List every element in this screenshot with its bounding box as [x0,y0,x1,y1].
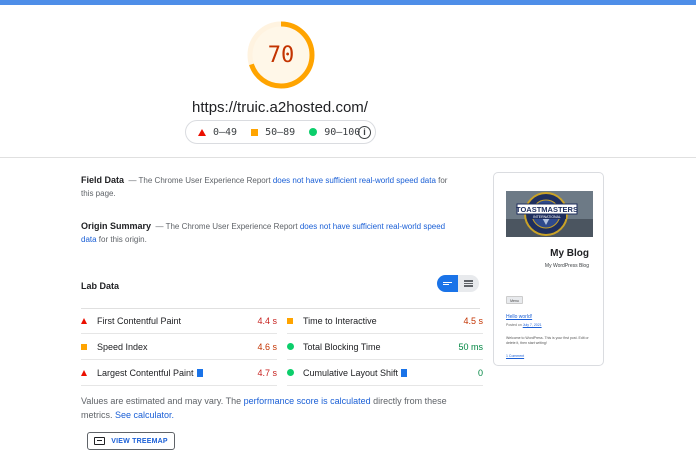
expanded-view-toggle-icon[interactable] [458,275,479,292]
score-legend: 0–49 50–89 90–100 i [185,120,376,144]
metric-label-wrap: Largest Contentful Paint [95,368,257,378]
see-calculator-link[interactable]: See calculator. [115,410,174,420]
metric-label: Total Blocking Time [303,341,381,352]
metric-label-wrap: Speed Index [95,342,257,352]
origin-summary-link-1[interactable]: does not have sufficient real-world spee… [300,222,445,231]
green-circle-icon [287,369,294,376]
metric-row: Speed Index 4.6 s [81,334,277,360]
svg-text:TOASTMASTERS: TOASTMASTERS [516,205,578,214]
green-circle-icon [309,128,318,136]
field-data-prefix: — The Chrome User Experience Report [128,176,273,185]
thumbnail-post-title: Hello world! [506,314,533,320]
red-triangle-icon [81,317,87,324]
metric-status-icon [81,369,95,376]
tested-url: https://truic.a2hosted.com/ [192,99,368,116]
view-treemap-label: VIEW TREEMAP [111,437,168,445]
lab-data-title: Lab Data [81,281,120,291]
orange-square-icon [287,317,293,324]
legend-fail: 0–49 [198,127,237,138]
metric-value: 4.6 s [257,341,277,352]
legend-average-label: 50–89 [265,126,296,138]
blog-title: My Blog [550,248,589,259]
origin-summary-link-2[interactable]: data [81,235,97,244]
lcp-element-flag-icon[interactable] [401,368,408,377]
legend-fail-label: 0–49 [213,126,238,138]
metric-row: Total Blocking Time 50 ms [287,334,483,360]
metric-row: Cumulative Layout Shift 0 [287,360,483,386]
field-data-section: Field Data — The Chrome User Experience … [81,174,451,200]
field-data-title: Field Data [81,175,125,185]
origin-summary-suffix: for this origin. [96,235,147,244]
origin-summary-section: Origin Summary — The Chrome User Experie… [81,220,461,246]
toastmasters-logo: TOASTMASTERS INTERNATIONAL [506,191,593,237]
metric-label-wrap: Time to Interactive [301,316,463,326]
info-icon[interactable]: i [358,126,371,139]
metric-value: 50 ms [458,341,483,352]
metric-label: First Contentful Paint [97,315,182,326]
legend-pass-label: 90–100 [324,126,361,138]
post-meta-prefix: Posted on [506,323,523,327]
metric-status-icon [81,343,95,350]
metric-label-wrap: Cumulative Layout Shift [301,368,478,378]
performance-score-link[interactable]: performance score is calculated [244,396,371,406]
blog-subtitle: My WordPress Blog [544,263,589,269]
svg-text:INTERNATIONAL: INTERNATIONAL [533,215,561,219]
metric-row: Time to Interactive 4.5 s [287,308,483,334]
metric-value: 4.7 s [257,367,277,378]
thumbnail-post-body: Welcome to WordPress. This is your first… [506,336,589,345]
green-circle-icon [287,343,294,350]
metric-status-icon [81,317,95,324]
field-data-line2: this page. [81,189,116,198]
metric-label: Cumulative Layout Shift [303,367,399,378]
metric-row: First Contentful Paint 4.4 s [81,308,277,334]
orange-square-icon [81,343,87,350]
metric-label-wrap: First Contentful Paint [95,316,257,326]
section-divider [0,157,696,158]
post-meta-date: July 7, 2021 [522,323,542,327]
thumbnail-menu-button: Menu [506,296,523,304]
final-screenshot-thumbnail[interactable]: TOASTMASTERS INTERNATIONAL My Blog My Wo… [493,172,604,366]
thumbnail-post-meta: Posted on July 7, 2021 [506,323,542,327]
field-data-suffix: for [435,176,448,185]
origin-summary-prefix: — The Chrome User Experience Report [155,222,300,231]
lcp-element-flag-icon[interactable] [196,368,203,377]
field-data-link[interactable]: does not have sufficient real-world spee… [273,176,436,185]
metric-status-icon [287,317,301,324]
red-triangle-icon [81,369,87,376]
performance-score-value: 70 [267,43,295,68]
metric-label: Time to Interactive [303,315,377,326]
metric-label: Speed Index [97,341,148,352]
origin-summary-title: Origin Summary [81,221,152,231]
legend-pass: 90–100 [309,127,360,138]
lab-data-footnote: Values are estimated and may vary. The p… [81,395,461,422]
thumbnail-comment-link: 1 Comment [506,354,525,358]
metric-status-icon [287,369,301,376]
metric-label-wrap: Total Blocking Time [301,342,458,352]
red-triangle-icon [198,128,206,136]
treemap-icon [94,437,106,445]
legend-average: 50–89 [251,127,295,138]
metric-status-icon [287,343,301,350]
top-accent-bar [0,0,696,5]
footnote-text-1: Values are estimated and may vary. The [81,396,244,406]
metric-row: Largest Contentful Paint 4.7 s [81,360,277,386]
metric-value: 4.4 s [257,315,277,326]
metric-value: 0 [477,367,483,378]
orange-square-icon [251,128,259,136]
metric-label: Largest Contentful Paint [97,367,194,378]
metric-value: 4.5 s [463,315,483,326]
view-treemap-button[interactable]: VIEW TREEMAP [87,432,175,450]
metrics-view-toggle[interactable] [437,275,479,292]
list-view-toggle-icon[interactable] [437,275,458,292]
